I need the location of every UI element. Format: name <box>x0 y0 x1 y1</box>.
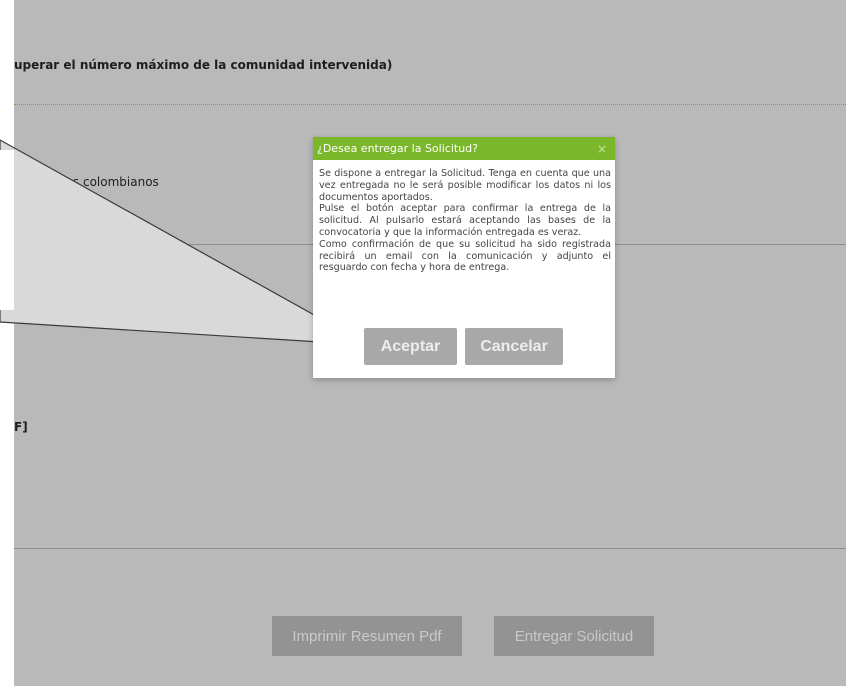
dialog-paragraph: Como confirmación de que su solicitud ha… <box>319 238 611 274</box>
cancel-button[interactable]: Cancelar <box>465 328 563 365</box>
dialog-body: Se dispone a entregar la Solicitud. Teng… <box>313 160 615 274</box>
dialog-paragraph: Se dispone a entregar la Solicitud. Teng… <box>319 168 611 203</box>
dialog-header: ¿Desea entregar la Solicitud? × <box>313 137 615 160</box>
callout-edge-mask <box>0 150 14 310</box>
dialog-button-row: Aceptar Cancelar <box>364 328 563 365</box>
dialog-title: ¿Desea entregar la Solicitud? <box>317 142 478 155</box>
accept-button[interactable]: Aceptar <box>364 328 457 365</box>
close-icon[interactable]: × <box>597 142 607 156</box>
submit-confirmation-dialog: ¿Desea entregar la Solicitud? × Se dispo… <box>313 137 615 378</box>
dialog-paragraph: Pulse el botón aceptar para confirmar la… <box>319 203 611 238</box>
